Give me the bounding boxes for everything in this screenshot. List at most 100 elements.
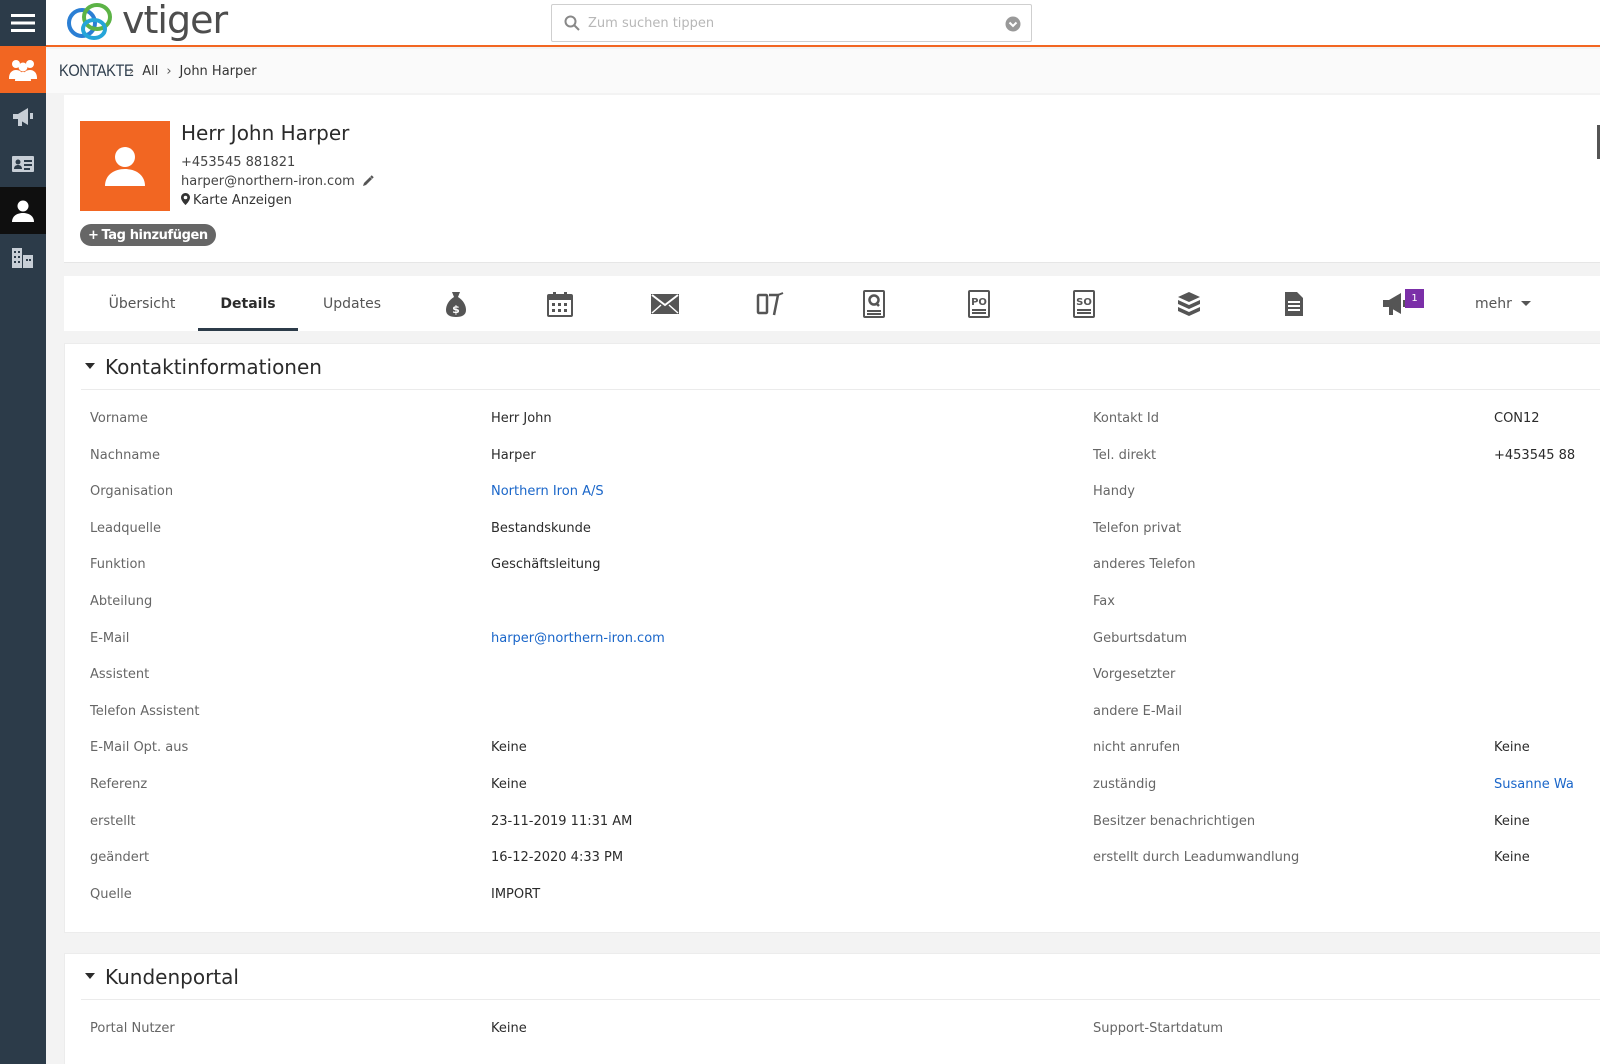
products-icon[interactable] [1169,286,1209,322]
field-label: andere E-Mail [1093,703,1182,719]
field-value: IMPORT [491,886,541,902]
field-label: Support-Startdatum [1093,1021,1224,1036]
add-tag-label: Tag hinzufügen [101,227,209,243]
field-label: Quelle [90,886,132,902]
person-icon[interactable] [0,187,46,234]
field-label: geändert [90,850,150,866]
field-row: Assistent Vorgesetzter [65,657,1600,693]
caret-down-icon [1520,300,1531,306]
field-value: +453545 88 [1494,447,1576,463]
vtiger-logo-icon [67,3,112,40]
field-row: E-Mail harper@northern-iron.com Geburtsdat… [65,621,1600,657]
field-label: Vorgesetzter [1093,667,1176,683]
caret-down-icon [85,363,95,369]
svg-text:$: $ [452,303,460,316]
field-label: Kontakt Id [1093,411,1159,426]
logo-text: vtiger [122,0,228,42]
field-value: Geschäftsleitung [491,557,601,573]
field-value[interactable]: Susanne Wa [1494,767,1574,803]
field-value[interactable]: harper@northern-iron.com [491,621,665,657]
avatar [80,121,170,211]
field-value: Keine [491,1021,527,1036]
field-label: E-Mail Opt. aus [90,740,189,756]
field-row: Abteilung Fax [65,584,1600,620]
field-row: erstellt 23-11-2019 11:31 AM Besitzer bena… [65,804,1600,840]
more-tabs-dropdown[interactable]: mehr [1475,276,1532,331]
contact-card-icon[interactable] [0,140,46,187]
customer-portal-section: Kundenportal Portal Nutzer Keine Support-S… [64,953,1600,1064]
field-row: E-Mail Opt. aus Keine nicht anrufen Keine [65,730,1600,766]
field-label: Funktion [90,557,146,573]
field-row: Telefon Assistent andere E-Mail [65,694,1600,730]
field-label: Organisation [90,484,174,500]
field-label: erstellt durch Leadumwandlung [1093,850,1300,866]
contacts-module-icon[interactable] [0,46,46,93]
field-value: Keine [1494,850,1530,866]
breadcrumb-module[interactable]: KONTAKTE [59,61,134,81]
campaigns-icon[interactable] [0,93,46,140]
menu-icon[interactable] [0,0,46,46]
chevron-right-icon: › [166,63,172,79]
field-label: nicht anrufen [1093,740,1181,756]
field-row: Organisation Northern Iron A/S Handy [65,474,1600,510]
field-value: Bestandskunde [491,520,591,536]
envelope-icon[interactable] [645,286,685,322]
documents-icon[interactable] [1274,286,1314,322]
record-email[interactable]: harper@northern-iron.com [181,174,355,189]
vtiger-logo[interactable]: vtiger [64,0,228,44]
field-label: anderes Telefon [1093,557,1196,573]
tab-overview[interactable]: Übersicht [90,276,194,331]
breadcrumb-record: John Harper [179,63,257,79]
tab-updates[interactable]: Updates [304,276,400,331]
field-row: Nachname Harper Tel. direkt +453545 88 [65,438,1600,474]
map-link-label: Karte Anzeigen [193,193,292,208]
pencil-icon[interactable] [362,175,374,187]
field-row: Leadquelle Bestandskunde Telefon privat [65,511,1600,547]
search-input[interactable] [588,15,988,31]
purchase-order-icon[interactable]: PO [959,286,999,322]
contact-info-header[interactable]: Kontaktinformationen [81,344,1600,390]
organizations-icon[interactable] [0,234,46,281]
field-label: Leadquelle [90,520,161,536]
quote-icon[interactable] [854,286,894,322]
field-row: geändert 16-12-2020 4:33 PM erstellt durch… [65,840,1600,876]
top-bar: vtiger [46,0,1600,47]
field-value: Keine [1494,740,1530,756]
breadcrumb-list[interactable]: All [142,64,158,79]
field-label: Geburtsdatum [1093,630,1187,646]
field-row: Funktion Geschäftsleitung anderes Telefon [65,547,1600,583]
field-label: Telefon Assistent [90,703,200,719]
tickets-icon[interactable] [750,286,790,322]
section-title: Kontaktinformationen [105,354,322,379]
field-value: Herr John [491,411,552,426]
field-value[interactable]: Northern Iron A/S [491,474,604,510]
global-search[interactable] [551,4,1032,42]
map-link[interactable]: Karte Anzeigen [181,193,292,208]
caret-down-icon [85,973,95,979]
field-label: Fax [1093,594,1115,609]
field-label: Nachname [90,447,160,463]
field-label: Referenz [90,777,148,792]
sales-order-icon[interactable]: SO [1064,286,1104,322]
field-label: Besitzer benachrichtigen [1093,813,1256,829]
field-label: Telefon privat [1093,520,1182,536]
tab-details[interactable]: Details [198,276,298,331]
plus-icon: + [88,227,99,243]
field-value: 23-11-2019 11:31 AM [491,813,633,829]
svg-text:SO: SO [1076,297,1092,308]
record-tabs: Übersicht Details Updates $ PO SO 1 mehr [64,276,1600,331]
field-label: Abteilung [90,594,153,609]
field-value: Keine [491,777,527,792]
field-row: Portal Nutzer Keine Support-Startdatum [65,1011,1600,1047]
customer-portal-header[interactable]: Kundenportal [81,954,1600,1000]
field-label: Handy [1093,484,1135,500]
add-tag-button[interactable]: + Tag hinzufügen [80,224,216,246]
field-row: Quelle IMPORT [65,877,1600,913]
record-phone[interactable]: +453545 881821 [181,155,295,170]
field-value: 16-12-2020 4:33 PM [491,850,624,866]
money-bag-icon[interactable]: $ [436,286,476,322]
chevron-down-circle-icon[interactable] [1005,16,1021,32]
field-value: CON12 [1494,411,1540,426]
calendar-icon[interactable] [540,286,580,322]
person-icon [105,147,145,186]
